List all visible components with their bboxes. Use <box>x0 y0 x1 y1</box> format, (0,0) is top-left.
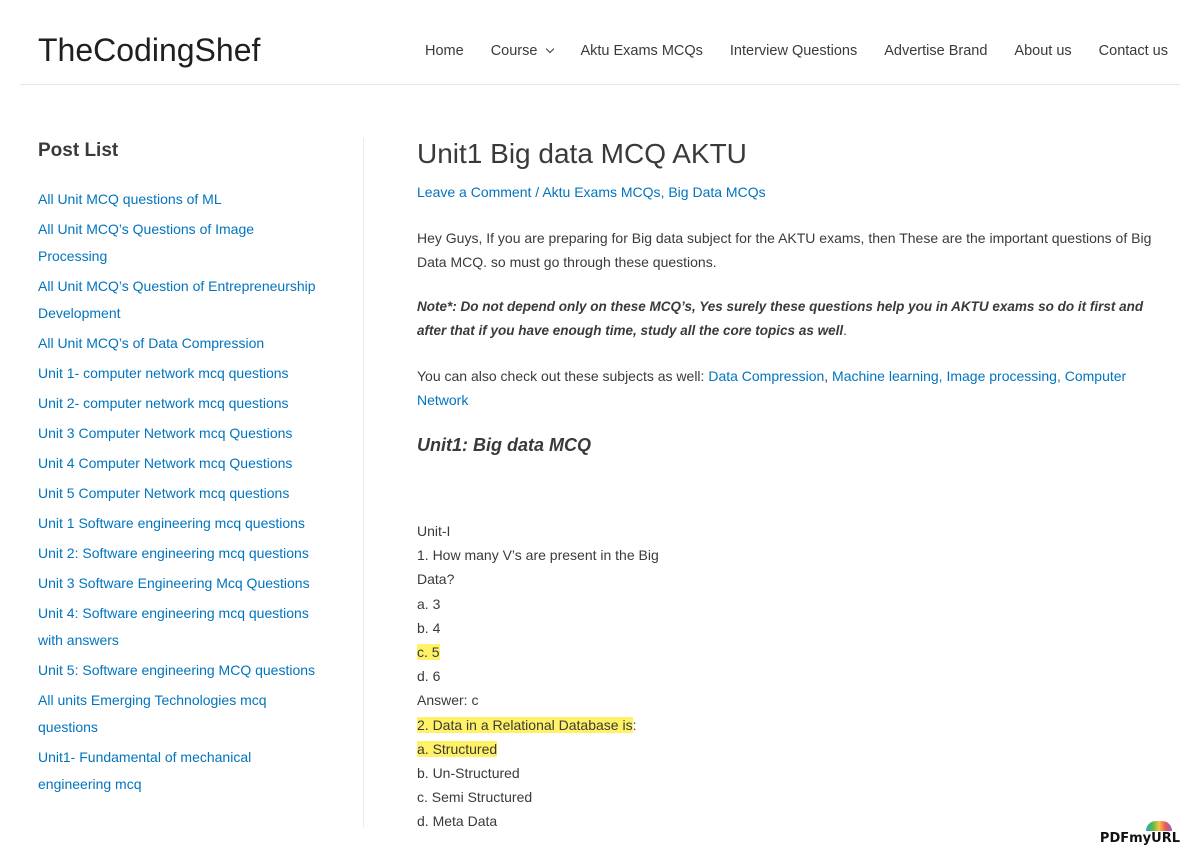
subjects-prefix: You can also check out these subjects as… <box>417 368 709 384</box>
post-link[interactable]: Unit 3 Computer Network mcq Questions <box>38 425 292 441</box>
q1-option-a: a. 3 <box>417 595 441 612</box>
note-text: Note*: Do not depend only on these MCQ’s… <box>417 299 1144 338</box>
article-meta: Leave a Comment / Aktu Exams MCQs, Big D… <box>417 184 1157 200</box>
post-link[interactable]: Unit 4: Software engineering mcq questio… <box>38 605 309 648</box>
post-link[interactable]: All Unit MCQ’s Question of Entrepreneurs… <box>38 278 316 321</box>
nav-contact-us[interactable]: Contact us <box>1099 43 1168 59</box>
subjects-paragraph: You can also check out these subjects as… <box>417 368 1127 408</box>
subject-link-image-processing[interactable]: Image processing, <box>946 368 1060 384</box>
meta-separator: / <box>531 184 543 200</box>
nav-about-us[interactable]: About us <box>1014 43 1071 59</box>
section-heading: Unit1: Big data MCQ <box>417 435 591 455</box>
post-link[interactable]: Unit 1 Software engineering mcq question… <box>38 515 305 531</box>
nav-interview-questions[interactable]: Interview Questions <box>730 43 857 59</box>
site-header: TheCodingShef Home Course Aktu Exams MCQ… <box>20 0 1180 85</box>
category-link-big-data[interactable]: Big Data MCQs <box>668 184 765 200</box>
post-link[interactable]: Unit1- Fundamental of mechanical enginee… <box>38 749 251 792</box>
nav-aktu-exams-mcqs[interactable]: Aktu Exams MCQs <box>580 43 702 59</box>
pdfmyurl-logo-icon <box>1146 821 1172 831</box>
post-list: All Unit MCQ questions of ML All Unit MC… <box>38 186 318 798</box>
article-title: Unit1 Big data MCQ AKTU <box>417 138 747 169</box>
nav-home[interactable]: Home <box>425 43 464 59</box>
sidebar-title: Post List <box>38 140 119 161</box>
post-link[interactable]: All Unit MCQ questions of ML <box>38 191 222 207</box>
q1-option-c-highlighted: c. 5 <box>417 643 440 660</box>
sidebar-divider <box>363 138 364 828</box>
q1-option-d: d. 6 <box>417 668 441 685</box>
post-link[interactable]: Unit 3 Software Engineering Mcq Question… <box>38 575 310 591</box>
category-link-aktu[interactable]: Aktu Exams MCQs <box>542 184 660 200</box>
post-link[interactable]: Unit 1- computer network mcq questions <box>38 365 289 381</box>
main-nav: Home Course Aktu Exams MCQs Interview Qu… <box>398 43 1168 59</box>
post-link[interactable]: Unit 5: Software engineering MCQ questio… <box>38 662 315 678</box>
post-link[interactable]: Unit 4 Computer Network mcq Questions <box>38 455 292 471</box>
post-link[interactable]: Unit 2- computer network mcq questions <box>38 395 289 411</box>
note-period: . <box>843 323 847 338</box>
nav-advertise-brand[interactable]: Advertise Brand <box>884 43 987 59</box>
nav-course[interactable]: Course <box>490 43 555 59</box>
post-link[interactable]: All Unit MCQ’s Questions of Image Proces… <box>38 221 254 264</box>
leave-comment-link[interactable]: Leave a Comment <box>417 184 531 200</box>
site-title-link[interactable]: TheCodingShef <box>38 32 260 69</box>
sidebar: Post List All Unit MCQ questions of ML A… <box>38 140 318 801</box>
question-1-line-2: Data? <box>417 571 455 588</box>
q2-option-b: b. Un-Structured <box>417 764 520 781</box>
subject-link-machine-learning[interactable]: Machine learning, <box>832 368 943 384</box>
post-link[interactable]: Unit 2: Software engineering mcq questio… <box>38 545 309 561</box>
question-2-highlighted: 2. Data in a Relational Database is <box>417 716 633 733</box>
q2-option-d: d. Meta Data <box>417 813 498 830</box>
pdfmyurl-watermark: PDFmyURL <box>1099 831 1180 846</box>
q1-option-b: b. 4 <box>417 619 441 636</box>
unit-label: Unit-I <box>417 523 451 539</box>
post-link[interactable]: All units Emerging Technologies mcq ques… <box>38 692 267 735</box>
question-2-colon: : <box>632 716 637 733</box>
post-link[interactable]: All Unit MCQ’s of Data Compression <box>38 335 264 351</box>
intro-paragraph: Hey Guys, If you are preparing for Big d… <box>417 230 1152 270</box>
subject-link-data-compression[interactable]: Data Compression <box>708 368 824 384</box>
question-1-line-1: 1. How many V’s are present in the Big <box>417 547 659 564</box>
post-link[interactable]: Unit 5 Computer Network mcq questions <box>38 485 289 501</box>
q2-option-c: c. Semi Structured <box>417 789 533 806</box>
chevron-down-icon <box>546 44 555 54</box>
article: Unit1 Big data MCQ AKTU Leave a Comment … <box>417 138 1157 833</box>
note-paragraph: Note*: Do not depend only on these MCQ’s… <box>417 295 1157 343</box>
mcq-block: Unit-I 1. How many V’s are present in th… <box>417 519 1157 833</box>
q2-option-a-highlighted: a. Structured <box>417 740 498 757</box>
nav-course-label: Course <box>490 43 538 59</box>
q1-answer: Answer: c <box>417 692 479 709</box>
